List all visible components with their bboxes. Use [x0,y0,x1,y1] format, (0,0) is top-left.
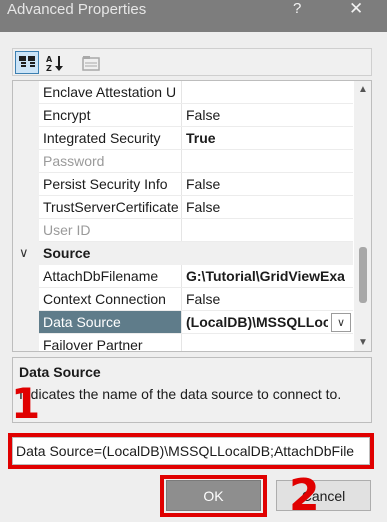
property-row[interactable]: TrustServerCertificate False [13,196,353,219]
property-row[interactable]: Enclave Attestation U [13,81,353,104]
property-row[interactable]: Persist Security Info False [13,173,353,196]
property-value[interactable]: False [186,176,352,192]
dropdown-button[interactable]: ∨ [331,313,351,332]
close-button[interactable]: ✕ [349,0,363,19]
categorized-view-icon [19,55,35,67]
ok-button[interactable]: OK [166,480,261,511]
title-bar: Advanced Properties ? ✕ [0,0,387,32]
property-value[interactable]: False [186,291,352,307]
column-separator [181,311,182,334]
window-title: Advanced Properties [7,1,147,18]
property-row[interactable]: Integrated Security True [13,127,353,150]
scroll-thumb[interactable] [359,247,367,303]
property-pages-button[interactable] [79,51,103,74]
property-row[interactable]: Failover Partner [13,334,353,352]
property-value[interactable]: False [186,107,352,123]
property-name: Integrated Security [43,130,161,146]
category-row-source[interactable]: ∨ Source [13,242,353,265]
scroll-up-icon[interactable]: ▲ [358,84,368,95]
property-row[interactable]: User ID [13,219,353,242]
property-value[interactable]: True [186,130,352,146]
column-separator [181,265,182,288]
annotation-marker-2: 2 [289,470,320,521]
connection-string-field[interactable]: Data Source=(LocalDB)\MSSQLLocalDB;Attac… [12,437,370,465]
column-separator [181,81,182,104]
alphabetical-sort-icon: A Z [46,55,63,72]
help-button[interactable]: ? [293,0,301,17]
property-row[interactable]: Encrypt False [13,104,353,127]
column-separator [181,288,182,311]
property-name: AttachDbFilename [43,268,159,284]
description-panel: Data Source Indicates the name of the da… [12,357,372,423]
column-separator [181,196,182,219]
property-pages-icon [82,55,100,71]
description-text: Indicates the name of the data source to… [19,386,342,402]
column-separator [181,173,182,196]
scroll-down-icon[interactable]: ▼ [358,337,368,348]
property-name: TrustServerCertificate [43,199,179,215]
property-row-selected[interactable]: Data Source (LocalDB)\MSSQLLoc ∨ [13,311,353,334]
property-name: Password [43,153,105,169]
property-row[interactable]: Context Connection False [13,288,353,311]
alphabetical-sort-button[interactable]: A Z [43,51,67,74]
annotation-marker-1: 1 [11,379,41,428]
property-value[interactable]: False [186,199,352,215]
categorized-view-button[interactable] [15,51,39,74]
property-row[interactable]: AttachDbFilename G:\Tutorial\GridViewExa [13,265,353,288]
property-name: Failover Partner [43,337,143,352]
column-separator [181,104,182,127]
svg-text:Z: Z [46,64,52,72]
property-value[interactable]: G:\Tutorial\GridViewExa [186,268,352,284]
collapse-chevron-icon[interactable]: ∨ [19,245,29,261]
property-grid-toolbar: A Z [12,48,372,76]
property-name: User ID [43,222,91,238]
column-separator [181,127,182,150]
description-title: Data Source [19,364,101,380]
chevron-down-icon: ∨ [336,317,346,329]
column-separator [181,334,182,351]
property-name: Context Connection [43,291,166,307]
property-grid: Enclave Attestation U Encrypt False Inte… [12,80,372,352]
category-name: Source [43,245,91,261]
vertical-scrollbar[interactable]: ▲ ▼ [354,81,371,351]
property-value[interactable]: (LocalDB)\MSSQLLoc [186,314,328,330]
svg-text:A: A [46,55,53,64]
property-name: Data Source [39,311,181,334]
property-name: Enclave Attestation U [43,84,177,100]
column-separator [181,219,182,242]
column-separator [181,150,182,173]
property-row[interactable]: Password [13,150,353,173]
property-name: Persist Security Info [43,176,168,192]
property-name: Encrypt [43,107,91,123]
